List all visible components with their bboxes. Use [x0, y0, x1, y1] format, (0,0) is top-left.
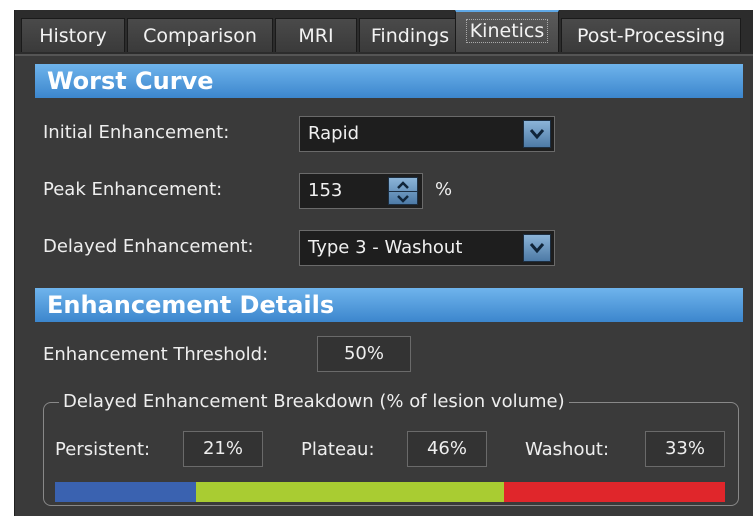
tab-post-processing[interactable]: Post-Processing — [561, 18, 741, 52]
worst-curve-header: Worst Curve — [35, 64, 743, 98]
tab-label: MRI — [298, 25, 334, 47]
tab-comparison[interactable]: Comparison — [127, 18, 273, 52]
delayed-enhancement-dropdown[interactable]: Type 3 - Washout — [299, 230, 555, 266]
tab-findings[interactable]: Findings — [359, 18, 461, 52]
tab-history[interactable]: History — [21, 18, 125, 52]
delayed-enhancement-value: Type 3 - Washout — [308, 237, 463, 258]
tab-label: Comparison — [143, 25, 257, 47]
peak-enhancement-stepper[interactable]: 153 — [299, 173, 423, 209]
tab-label: Kinetics — [465, 19, 549, 43]
plateau-value: 46% — [407, 431, 487, 467]
peak-enhancement-label: Peak Enhancement: — [43, 179, 223, 200]
peak-enhancement-value: 153 — [308, 180, 343, 201]
breakdown-title: Delayed Enhancement Breakdown (% of lesi… — [59, 391, 569, 412]
initial-enhancement-value: Rapid — [308, 123, 359, 144]
tab-kinetics[interactable]: Kinetics — [455, 10, 559, 52]
chevron-down-icon[interactable] — [523, 234, 551, 262]
washout-value: 33% — [645, 431, 725, 467]
stepper-buttons — [388, 177, 418, 205]
tab-label: History — [39, 25, 107, 47]
peak-unit-label: % — [435, 179, 453, 200]
enhancement-threshold-value: 50% — [317, 336, 411, 372]
persistent-segment — [55, 482, 196, 502]
tab-label: Post-Processing — [576, 25, 726, 47]
decrement-icon[interactable] — [389, 192, 417, 205]
washout-segment — [504, 482, 725, 502]
enhancement-details-header: Enhancement Details — [35, 288, 743, 322]
kinetics-panel: History Comparison MRI Findings Kinetics… — [14, 10, 753, 516]
delayed-enhancement-label: Delayed Enhancement: — [43, 236, 254, 257]
initial-enhancement-label: Initial Enhancement: — [43, 122, 230, 143]
plateau-segment — [196, 482, 504, 502]
increment-icon[interactable] — [389, 178, 417, 192]
initial-enhancement-dropdown[interactable]: Rapid — [299, 116, 555, 152]
tab-label: Findings — [370, 25, 450, 47]
enhancement-threshold-label: Enhancement Threshold: — [43, 344, 269, 365]
washout-label: Washout: — [525, 439, 610, 460]
chevron-down-icon[interactable] — [523, 120, 551, 148]
persistent-label: Persistent: — [55, 439, 151, 460]
tab-bar: History Comparison MRI Findings Kinetics… — [15, 10, 753, 56]
persistent-value: 21% — [183, 431, 263, 467]
tab-mri[interactable]: MRI — [275, 18, 357, 52]
plateau-label: Plateau: — [301, 439, 375, 460]
